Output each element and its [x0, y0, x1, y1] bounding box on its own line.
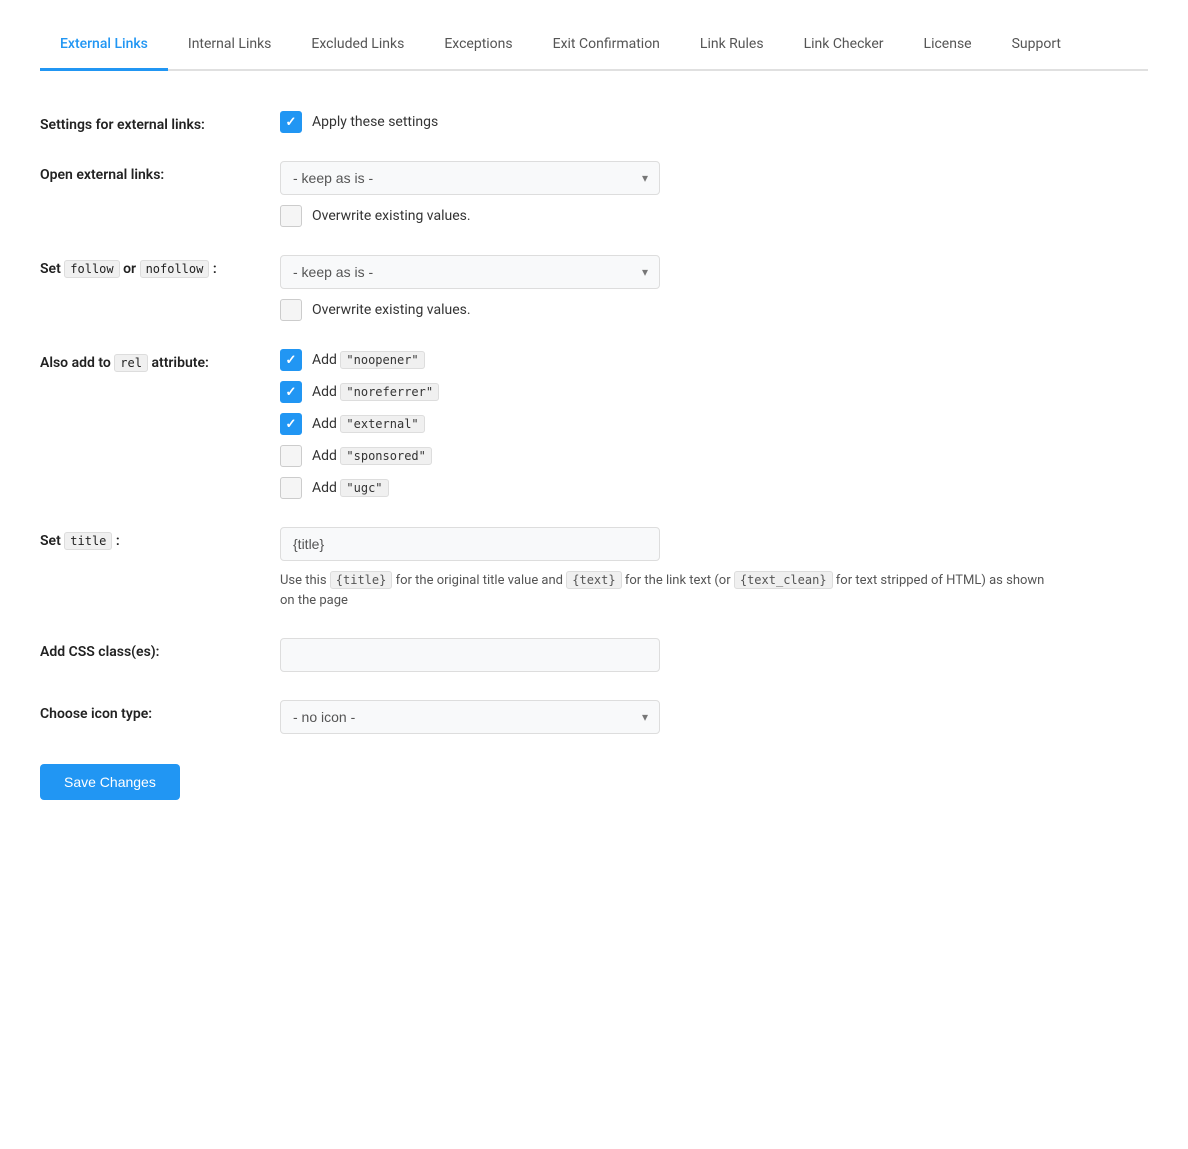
- apply-settings-checkbox-row: Apply these settings: [280, 111, 1148, 133]
- rel-sponsored-row: Add "sponsored": [280, 445, 1148, 467]
- rel-external-label: Add "external": [312, 416, 425, 432]
- rel-ugc-row: Add "ugc": [280, 477, 1148, 499]
- nofollow-code: nofollow: [140, 260, 210, 278]
- title-content: Use this {title} for the original title …: [280, 527, 1148, 610]
- rel-ugc-checkbox[interactable]: [280, 477, 302, 499]
- css-classes-row: Add CSS class(es):: [40, 638, 1148, 672]
- follow-nofollow-content: - keep as is - follow nofollow ▾ Overwri…: [280, 255, 1148, 321]
- open-external-row: Open external links: - keep as is - _bla…: [40, 161, 1148, 227]
- open-external-overwrite-label: Overwrite existing values.: [312, 208, 471, 224]
- follow-nofollow-label: Set follow or nofollow :: [40, 255, 260, 277]
- tab-exit-confirmation[interactable]: Exit Confirmation: [533, 20, 680, 71]
- rel-label-prefix: Also add to: [40, 355, 111, 371]
- open-external-select[interactable]: - keep as is - _blank _self _parent _top: [280, 161, 660, 195]
- tab-link-checker[interactable]: Link Checker: [784, 20, 904, 71]
- rel-noreferrer-checkbox[interactable]: [280, 381, 302, 403]
- apply-settings-row: Settings for external links: Apply these…: [40, 111, 1148, 133]
- open-external-select-wrapper: - keep as is - _blank _self _parent _top…: [280, 161, 660, 195]
- open-external-content: - keep as is - _blank _self _parent _top…: [280, 161, 1148, 227]
- css-classes-label: Add CSS class(es):: [40, 638, 260, 660]
- title-help-code-3: {text_clean}: [734, 571, 833, 589]
- title-code: title: [64, 532, 112, 550]
- icon-type-content: - no icon - external img dashicon ▾: [280, 700, 1148, 734]
- rel-attribute-label: Also add to rel attribute:: [40, 349, 260, 371]
- title-label-prefix: Set: [40, 533, 61, 549]
- save-button[interactable]: Save Changes: [40, 764, 180, 800]
- follow-nofollow-label-prefix: Set: [40, 261, 61, 277]
- rel-ugc-label: Add "ugc": [312, 480, 389, 496]
- icon-type-select-wrapper: - no icon - external img dashicon ▾: [280, 700, 660, 734]
- title-help-1: Use this: [280, 573, 327, 588]
- rel-external-row: Add "external": [280, 413, 1148, 435]
- open-external-overwrite-checkbox[interactable]: [280, 205, 302, 227]
- follow-nofollow-colon: :: [213, 261, 217, 277]
- apply-settings-content: Apply these settings: [280, 111, 1148, 133]
- apply-settings-checkbox-label: Apply these settings: [312, 114, 438, 130]
- title-help-code-1: {title}: [330, 571, 393, 589]
- rel-noopener-code: "noopener": [340, 351, 424, 369]
- rel-noopener-row: Add "noopener": [280, 349, 1148, 371]
- icon-type-select[interactable]: - no icon - external img dashicon: [280, 700, 660, 734]
- title-row: Set title : Use this {title} for the ori…: [40, 527, 1148, 610]
- follow-nofollow-row: Set follow or nofollow : - keep as is - …: [40, 255, 1148, 321]
- rel-attribute-content: Add "noopener" Add "noreferrer" Add "ext…: [280, 349, 1148, 499]
- rel-sponsored-code: "sponsored": [340, 447, 431, 465]
- icon-type-row: Choose icon type: - no icon - external i…: [40, 700, 1148, 734]
- apply-settings-checkbox[interactable]: [280, 111, 302, 133]
- title-label-suffix: :: [116, 533, 120, 549]
- follow-nofollow-overwrite-label: Overwrite existing values.: [312, 302, 471, 318]
- rel-external-code: "external": [340, 415, 424, 433]
- tab-external-links[interactable]: External Links: [40, 20, 168, 71]
- rel-sponsored-label: Add "sponsored": [312, 448, 432, 464]
- css-classes-content: [280, 638, 1148, 672]
- open-external-label: Open external links:: [40, 161, 260, 183]
- title-label: Set title :: [40, 527, 260, 549]
- follow-nofollow-select-wrapper: - keep as is - follow nofollow ▾: [280, 255, 660, 289]
- settings-section: Settings for external links: Apply these…: [40, 101, 1148, 744]
- tab-license[interactable]: License: [904, 20, 992, 71]
- title-help-text: Use this {title} for the original title …: [280, 571, 1060, 610]
- tab-support[interactable]: Support: [992, 20, 1081, 71]
- rel-noreferrer-code: "noreferrer": [340, 383, 439, 401]
- follow-code: follow: [64, 260, 119, 278]
- tab-excluded-links[interactable]: Excluded Links: [291, 20, 424, 71]
- follow-nofollow-select[interactable]: - keep as is - follow nofollow: [280, 255, 660, 289]
- open-external-overwrite-row: Overwrite existing values.: [280, 205, 1148, 227]
- rel-attribute-row: Also add to rel attribute: Add "noopener…: [40, 349, 1148, 499]
- rel-sponsored-checkbox[interactable]: [280, 445, 302, 467]
- rel-noopener-checkbox[interactable]: [280, 349, 302, 371]
- follow-nofollow-overwrite-checkbox[interactable]: [280, 299, 302, 321]
- rel-noreferrer-row: Add "noreferrer": [280, 381, 1148, 403]
- title-input[interactable]: [280, 527, 660, 561]
- rel-ugc-code: "ugc": [340, 479, 388, 497]
- follow-nofollow-overwrite-row: Overwrite existing values.: [280, 299, 1148, 321]
- icon-type-label: Choose icon type:: [40, 700, 260, 722]
- tab-link-rules[interactable]: Link Rules: [680, 20, 784, 71]
- tab-exceptions[interactable]: Exceptions: [424, 20, 532, 71]
- apply-settings-label: Settings for external links:: [40, 111, 260, 133]
- rel-external-checkbox[interactable]: [280, 413, 302, 435]
- rel-code: rel: [114, 354, 148, 372]
- title-help-code-2: {text}: [566, 571, 621, 589]
- tab-nav: External Links Internal Links Excluded L…: [40, 20, 1148, 71]
- rel-noopener-label: Add "noopener": [312, 352, 425, 368]
- tab-internal-links[interactable]: Internal Links: [168, 20, 292, 71]
- rel-noreferrer-label: Add "noreferrer": [312, 384, 439, 400]
- css-classes-input[interactable]: [280, 638, 660, 672]
